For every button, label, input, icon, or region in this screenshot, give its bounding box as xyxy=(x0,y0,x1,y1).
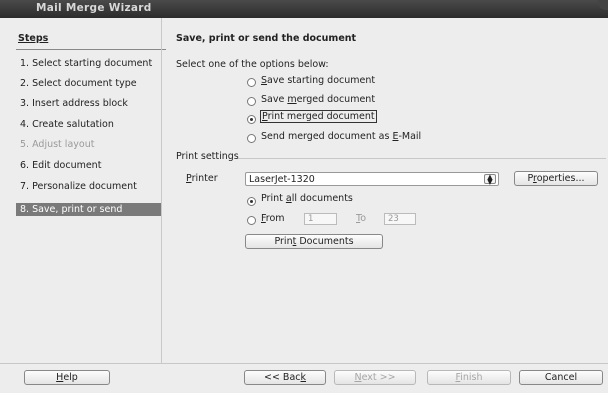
printer-value: LaserJet-1320 xyxy=(249,174,315,185)
from-field[interactable]: 1 xyxy=(304,213,337,225)
window-title: Mail Merge Wizard xyxy=(36,2,152,14)
print-settings-divider xyxy=(238,158,606,159)
save-merged-label[interactable]: Save merged document xyxy=(261,94,375,105)
step-7[interactable]: 7. Personalize document xyxy=(20,181,137,192)
options-label: Select one of the options below: xyxy=(176,59,329,70)
title-bar[interactable]: Mail Merge Wizard xyxy=(0,0,608,18)
to-label: To xyxy=(356,213,367,224)
print-all-radio[interactable] xyxy=(247,197,256,206)
print-documents-button[interactable]: Print Documents xyxy=(245,234,383,249)
save-starting-radio[interactable] xyxy=(247,78,256,87)
page-title: Save, print or send the document xyxy=(176,33,357,44)
print-all-label[interactable]: Print all documents xyxy=(261,193,353,204)
from-label[interactable]: From xyxy=(261,213,285,224)
printer-label: Printer xyxy=(186,173,218,184)
save-merged-radio[interactable] xyxy=(247,97,256,106)
steps-title: Steps xyxy=(18,33,49,44)
step-8[interactable]: 8. Save, print or send xyxy=(16,203,162,216)
help-button[interactable]: Help xyxy=(24,370,110,385)
finish-button: Finish xyxy=(427,370,511,385)
print-merged-radio[interactable] xyxy=(247,115,256,124)
send-email-label[interactable]: Send merged document as E-Mail xyxy=(261,131,421,142)
close-icon[interactable] xyxy=(598,0,608,10)
footer-divider xyxy=(0,363,608,364)
properties-button[interactable]: Properties... xyxy=(514,171,598,186)
back-button[interactable]: << Back xyxy=(244,370,326,385)
step-3[interactable]: 3. Insert address block xyxy=(20,98,128,109)
cancel-button[interactable]: Cancel xyxy=(519,370,603,385)
steps-sidebar: Steps 1. Select starting document 2. Sel… xyxy=(8,18,166,363)
print-from-radio[interactable] xyxy=(247,216,256,225)
step-6[interactable]: 6. Edit document xyxy=(20,160,101,171)
next-button: Next >> xyxy=(334,370,416,385)
send-email-radio[interactable] xyxy=(247,134,256,143)
step-2[interactable]: 2. Select document type xyxy=(20,78,137,89)
step-content: Save, print or send the document Select … xyxy=(162,18,608,363)
print-settings-label: Print settings xyxy=(176,151,239,162)
printer-select[interactable]: LaserJet-1320 ▲ ▼ xyxy=(245,172,499,186)
save-starting-label[interactable]: Save starting document xyxy=(261,75,375,86)
print-merged-label[interactable]: Print merged document xyxy=(260,110,377,123)
to-field[interactable]: 23 xyxy=(384,213,416,225)
step-1[interactable]: 1. Select starting document xyxy=(20,58,152,69)
step-4[interactable]: 4. Create salutation xyxy=(20,119,114,130)
step-5: 5. Adjust layout xyxy=(20,139,95,150)
steps-divider xyxy=(16,49,166,50)
spin-arrows-icon[interactable]: ▲ ▼ xyxy=(484,174,496,186)
mail-merge-window: Mail Merge Wizard Steps 1. Select starti… xyxy=(0,0,608,393)
